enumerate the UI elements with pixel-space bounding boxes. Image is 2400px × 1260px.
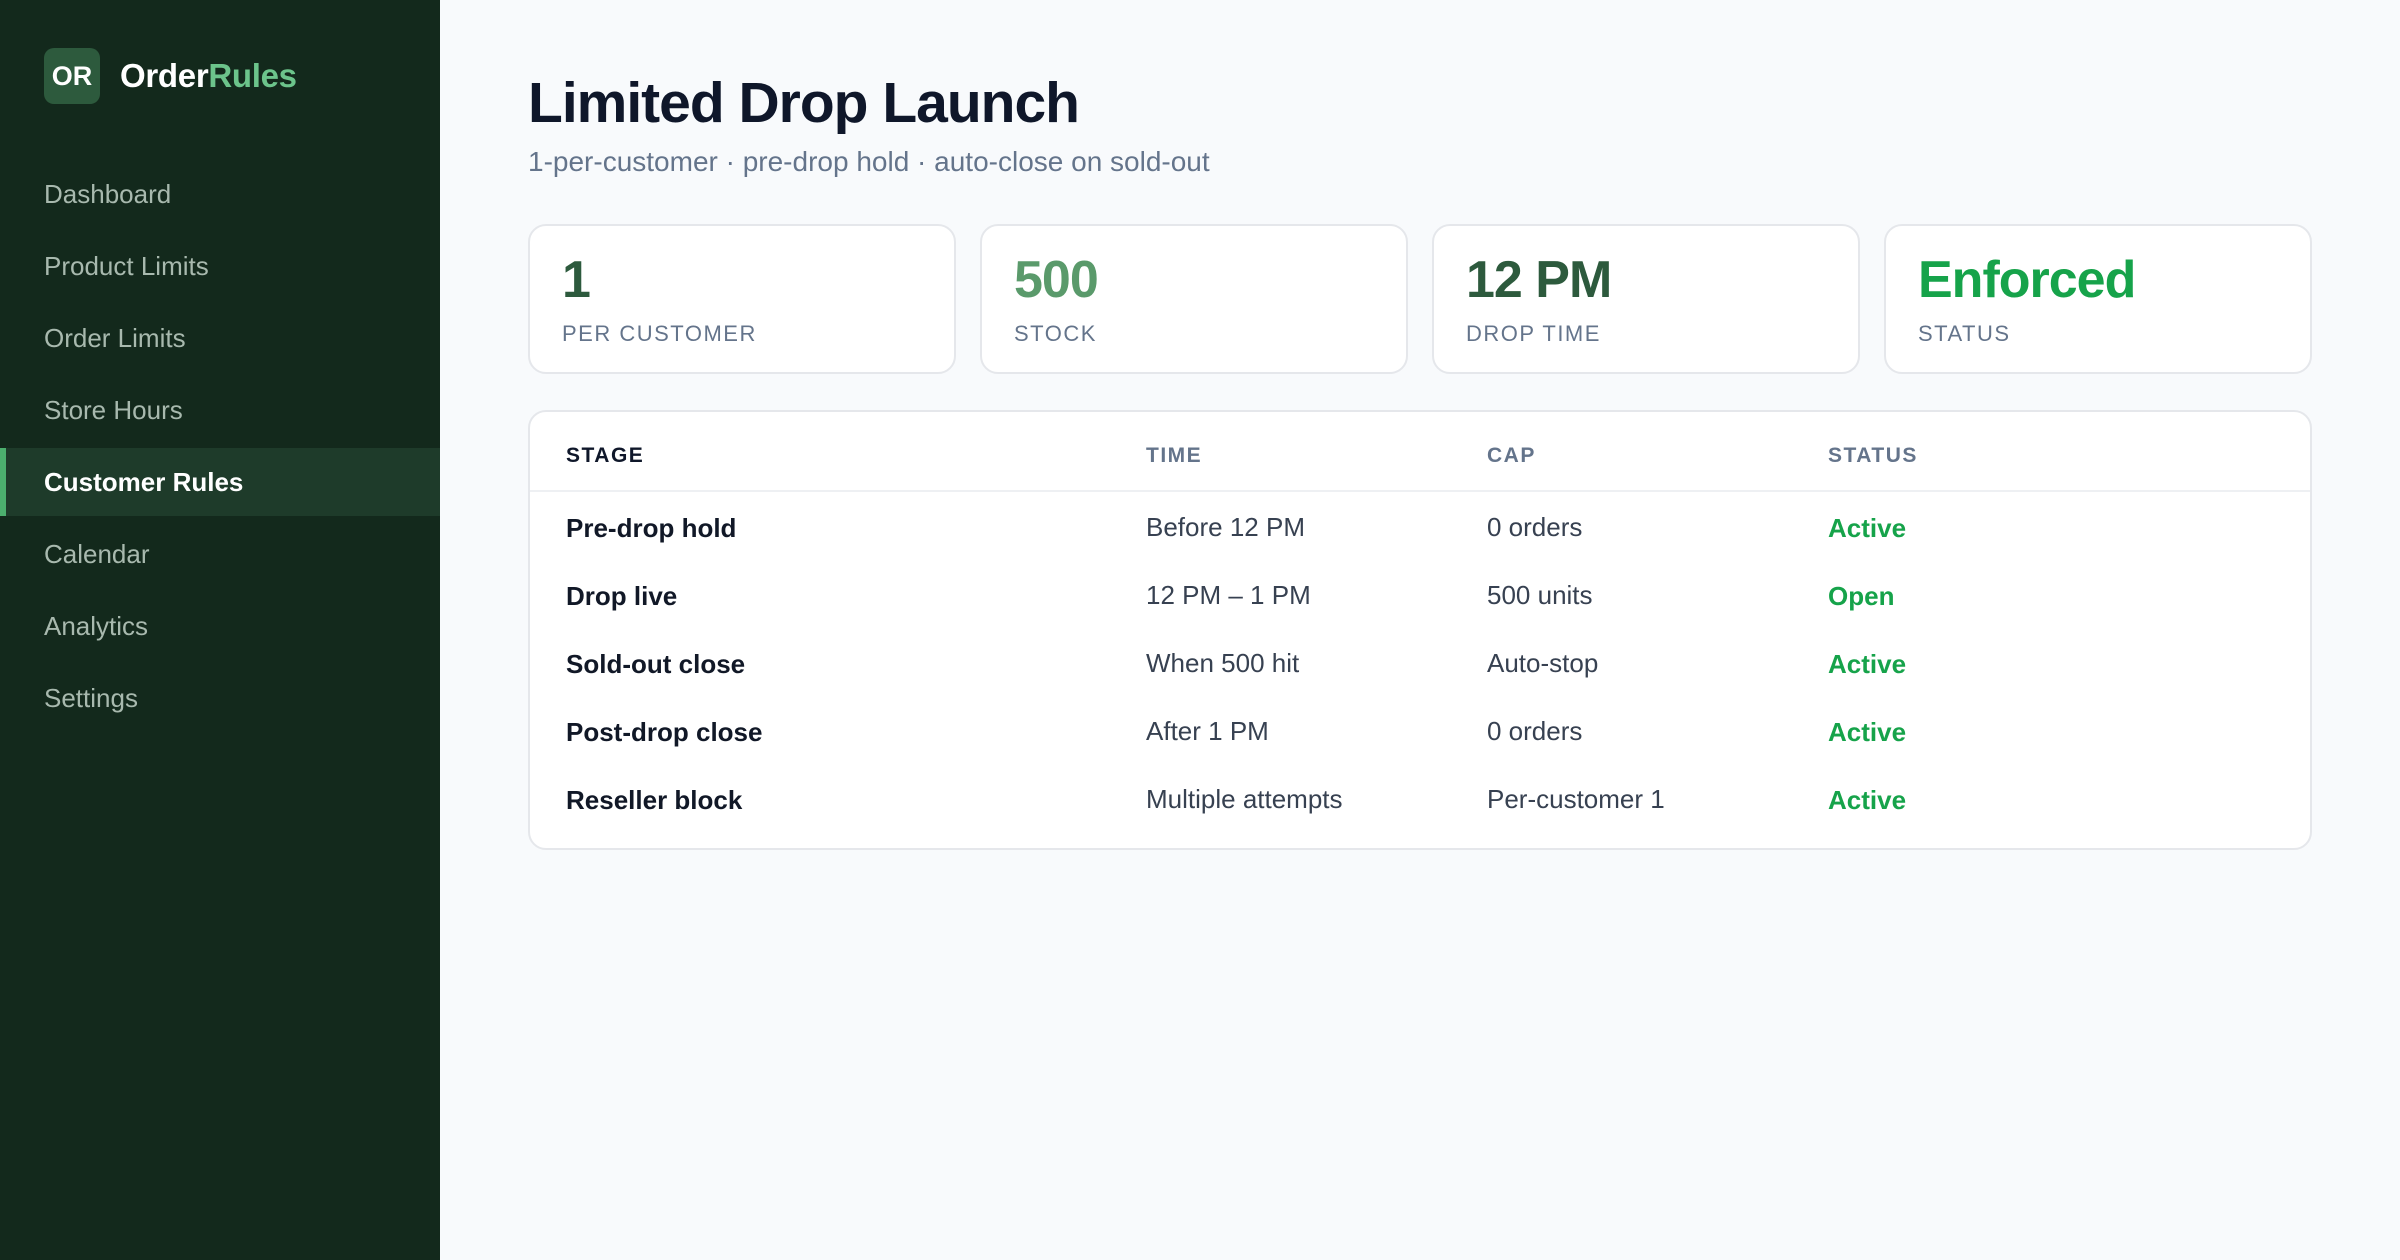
table-row[interactable]: Reseller block Multiple attempts Per-cus… (530, 766, 2310, 834)
stat-value: 12 PM (1466, 251, 1612, 309)
stat-card-per-customer: 1 PER CUSTOMER (528, 224, 956, 374)
cell-stage: Post-drop close (566, 716, 763, 747)
brand-name-accent: Rules (208, 57, 297, 94)
table-row[interactable]: Pre-drop hold Before 12 PM 0 orders Acti… (530, 494, 2310, 562)
page-subtitle: 1-per-customer · pre-drop hold · auto-cl… (528, 146, 1210, 177)
cell-stage: Reseller block (566, 784, 743, 815)
page-title: Limited Drop Launch (528, 71, 1080, 135)
status-badge: Active (1828, 648, 1907, 679)
status-badge: Active (1828, 512, 1907, 543)
cell-cap: Auto-stop (1487, 647, 1599, 678)
brand-name: OrderRules (120, 57, 297, 95)
table-row[interactable]: Sold-out close When 500 hit Auto-stop Ac… (530, 630, 2310, 698)
sidebar-item-order-limits[interactable]: Order Limits (0, 304, 440, 372)
rules-table: STAGE TIME CAP STATUS Pre-drop hold Befo… (528, 410, 2312, 850)
sidebar: OR OrderRules Dashboard Product Limits O… (0, 0, 440, 1260)
cell-time: After 1 PM (1146, 715, 1269, 746)
cell-cap: 500 units (1487, 579, 1593, 610)
stat-value: Enforced (1918, 251, 2136, 309)
stat-label: STOCK (1014, 321, 1097, 347)
brand-name-primary: Order (120, 57, 209, 94)
column-header-stage[interactable]: STAGE (530, 444, 1146, 468)
cell-stage: Pre-drop hold (566, 512, 737, 543)
table-row[interactable]: Drop live 12 PM – 1 PM 500 units Open (530, 562, 2310, 630)
stat-value: 500 (1014, 251, 1099, 309)
sidebar-item-analytics[interactable]: Analytics (0, 592, 440, 660)
stat-card-stock: 500 STOCK (980, 224, 1408, 374)
status-badge: Open (1828, 580, 1895, 611)
sidebar-item-product-limits[interactable]: Product Limits (0, 232, 440, 300)
sidebar-nav: Dashboard Product Limits Order Limits St… (0, 160, 440, 736)
brand-logo-badge: OR (44, 48, 100, 104)
column-header-cap[interactable]: CAP (1487, 444, 1828, 468)
cell-cap: 0 orders (1487, 715, 1583, 746)
stat-card-status: Enforced STATUS (1884, 224, 2312, 374)
stat-label: PER CUSTOMER (562, 321, 757, 347)
status-badge: Active (1828, 716, 1907, 747)
cell-time: Before 12 PM (1146, 511, 1305, 542)
brand[interactable]: OR OrderRules (44, 48, 297, 104)
sidebar-item-store-hours[interactable]: Store Hours (0, 376, 440, 444)
status-badge: Active (1828, 784, 1907, 815)
stat-cards: 1 PER CUSTOMER 500 STOCK 12 PM DROP TIME… (528, 224, 2312, 374)
sidebar-item-dashboard[interactable]: Dashboard (0, 160, 440, 228)
column-header-status[interactable]: STATUS (1828, 444, 2128, 468)
table-row[interactable]: Post-drop close After 1 PM 0 orders Acti… (530, 698, 2310, 766)
stat-card-drop-time: 12 PM DROP TIME (1432, 224, 1860, 374)
column-header-time[interactable]: TIME (1146, 444, 1487, 468)
cell-time: When 500 hit (1146, 647, 1300, 678)
cell-cap: 0 orders (1487, 511, 1583, 542)
cell-time: Multiple attempts (1146, 783, 1343, 814)
sidebar-item-calendar[interactable]: Calendar (0, 520, 440, 588)
stat-label: DROP TIME (1466, 321, 1601, 347)
sidebar-item-customer-rules[interactable]: Customer Rules (0, 448, 440, 516)
cell-time: 12 PM – 1 PM (1146, 579, 1311, 610)
cell-stage: Drop live (566, 580, 678, 611)
cell-stage: Sold-out close (566, 648, 746, 679)
cell-cap: Per-customer 1 (1487, 783, 1665, 814)
stat-label: STATUS (1918, 321, 2011, 347)
table-header: STAGE TIME CAP STATUS (530, 412, 2310, 492)
sidebar-item-settings[interactable]: Settings (0, 664, 440, 732)
stat-value: 1 (562, 251, 591, 309)
